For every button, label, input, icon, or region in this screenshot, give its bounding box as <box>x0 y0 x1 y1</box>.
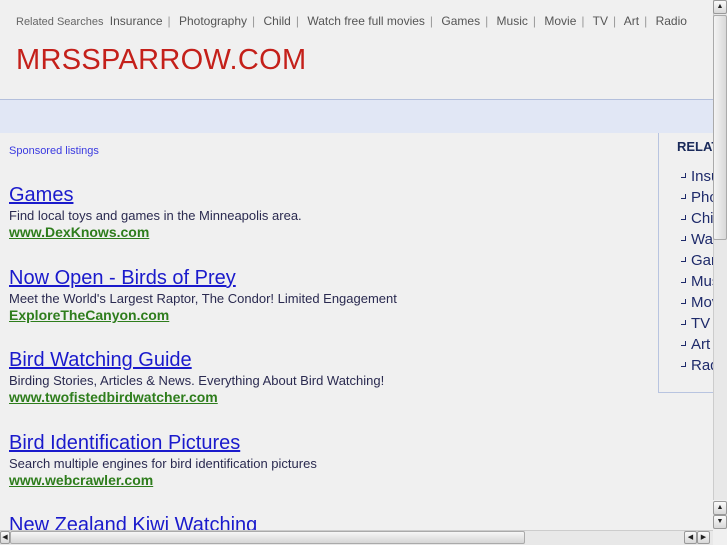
listing-url[interactable]: ExploreTheCanyon.com <box>9 307 397 324</box>
sidebar-heading: RELATED SEARCHES <box>677 139 713 154</box>
divider: | <box>429 14 434 28</box>
listing-title[interactable]: Now Open - Birds of Prey <box>9 266 397 290</box>
nav-link-photography[interactable]: Photography <box>179 14 247 28</box>
listing-description: Meet the World's Largest Raptor, The Con… <box>9 291 397 306</box>
related-searches-sidebar: RELATED SEARCHES Insurance Photography C… <box>658 133 713 393</box>
scroll-left-arrow-icon[interactable]: ◀ <box>0 531 10 544</box>
listing-title[interactable]: Bird Identification Pictures <box>9 431 317 455</box>
related-searches-label: Related Searches <box>16 16 104 28</box>
listing-title[interactable]: Games <box>9 183 302 207</box>
sponsored-listings-label: Sponsored listings <box>9 145 99 157</box>
scroll-up-arrow-icon[interactable]: ▲ <box>713 501 727 515</box>
sidebar-item-movie[interactable]: Movie <box>681 292 713 313</box>
sidebar-item-photography[interactable]: Photography <box>681 187 713 208</box>
listing-title[interactable]: Bird Watching Guide <box>9 348 384 372</box>
divider: | <box>485 14 489 28</box>
sidebar-item-insurance[interactable]: Insurance <box>681 166 713 187</box>
listing-description: Birding Stories, Articles & News. Everyt… <box>9 373 385 388</box>
sidebar-item-games[interactable]: Games <box>681 250 713 271</box>
divider: | <box>252 14 256 28</box>
site-logo[interactable]: MRSSPARROW.COM <box>16 44 306 77</box>
listing-description: Find local toys and games in the Minneap… <box>9 208 302 223</box>
vertical-scroll-thumb[interactable] <box>713 15 727 240</box>
divider: | <box>644 14 648 28</box>
nav-link-insurance[interactable]: Insurance <box>110 14 163 28</box>
divider: | <box>167 14 171 28</box>
divider: | <box>581 14 585 28</box>
listing-url[interactable]: www.twofistedbirdwatcher.com <box>9 389 384 406</box>
listing-description: Search multiple engines for bird identif… <box>9 456 317 471</box>
sidebar-item-movies[interactable]: Watch free full movies <box>681 229 713 250</box>
sidebar-item-child[interactable]: Child <box>681 208 713 229</box>
nav-link-tv[interactable]: TV <box>593 14 608 28</box>
nav-link-music[interactable]: Music <box>497 14 528 28</box>
listing-url[interactable]: www.webcrawler.com <box>9 472 317 489</box>
divider: | <box>295 14 299 28</box>
sidebar-item-art[interactable]: Art <box>681 334 713 355</box>
scroll-up-arrow-icon[interactable]: ▲ <box>713 0 727 14</box>
listing: Now Open - Birds of Prey Meet the World'… <box>9 266 397 324</box>
nav-link-child[interactable]: Child <box>264 14 291 28</box>
nav-link-radio[interactable]: Radio <box>656 14 687 28</box>
scroll-left-arrow-icon[interactable]: ◀ <box>684 531 697 544</box>
scroll-down-arrow-icon[interactable]: ▼ <box>713 515 727 529</box>
header-band <box>0 99 713 133</box>
nav-link-art[interactable]: Art <box>624 14 639 28</box>
nav-link-games[interactable]: Games <box>441 14 480 28</box>
divider: | <box>612 14 617 28</box>
listing: Games Find local toys and games in the M… <box>9 183 302 241</box>
related-searches-nav: Related Searches Insurance | Photography |… <box>16 14 687 28</box>
nav-link-movie[interactable]: Movie <box>544 14 576 28</box>
scroll-right-arrow-icon[interactable]: ▶ <box>697 531 710 544</box>
nav-link-movies[interactable]: Watch free full movies <box>307 14 425 28</box>
sidebar-item-music[interactable]: Music <box>681 271 713 292</box>
listing-url[interactable]: www.DexKnows.com <box>9 224 302 241</box>
sidebar-item-tv[interactable]: TV <box>681 313 713 334</box>
listing: Bird Watching Guide Birding Stories, Art… <box>9 348 384 406</box>
sidebar-item-radio[interactable]: Radio <box>681 355 713 376</box>
horizontal-scroll-thumb[interactable] <box>10 531 525 544</box>
listing: Bird Identification Pictures Search mult… <box>9 431 317 489</box>
divider: | <box>532 14 537 28</box>
